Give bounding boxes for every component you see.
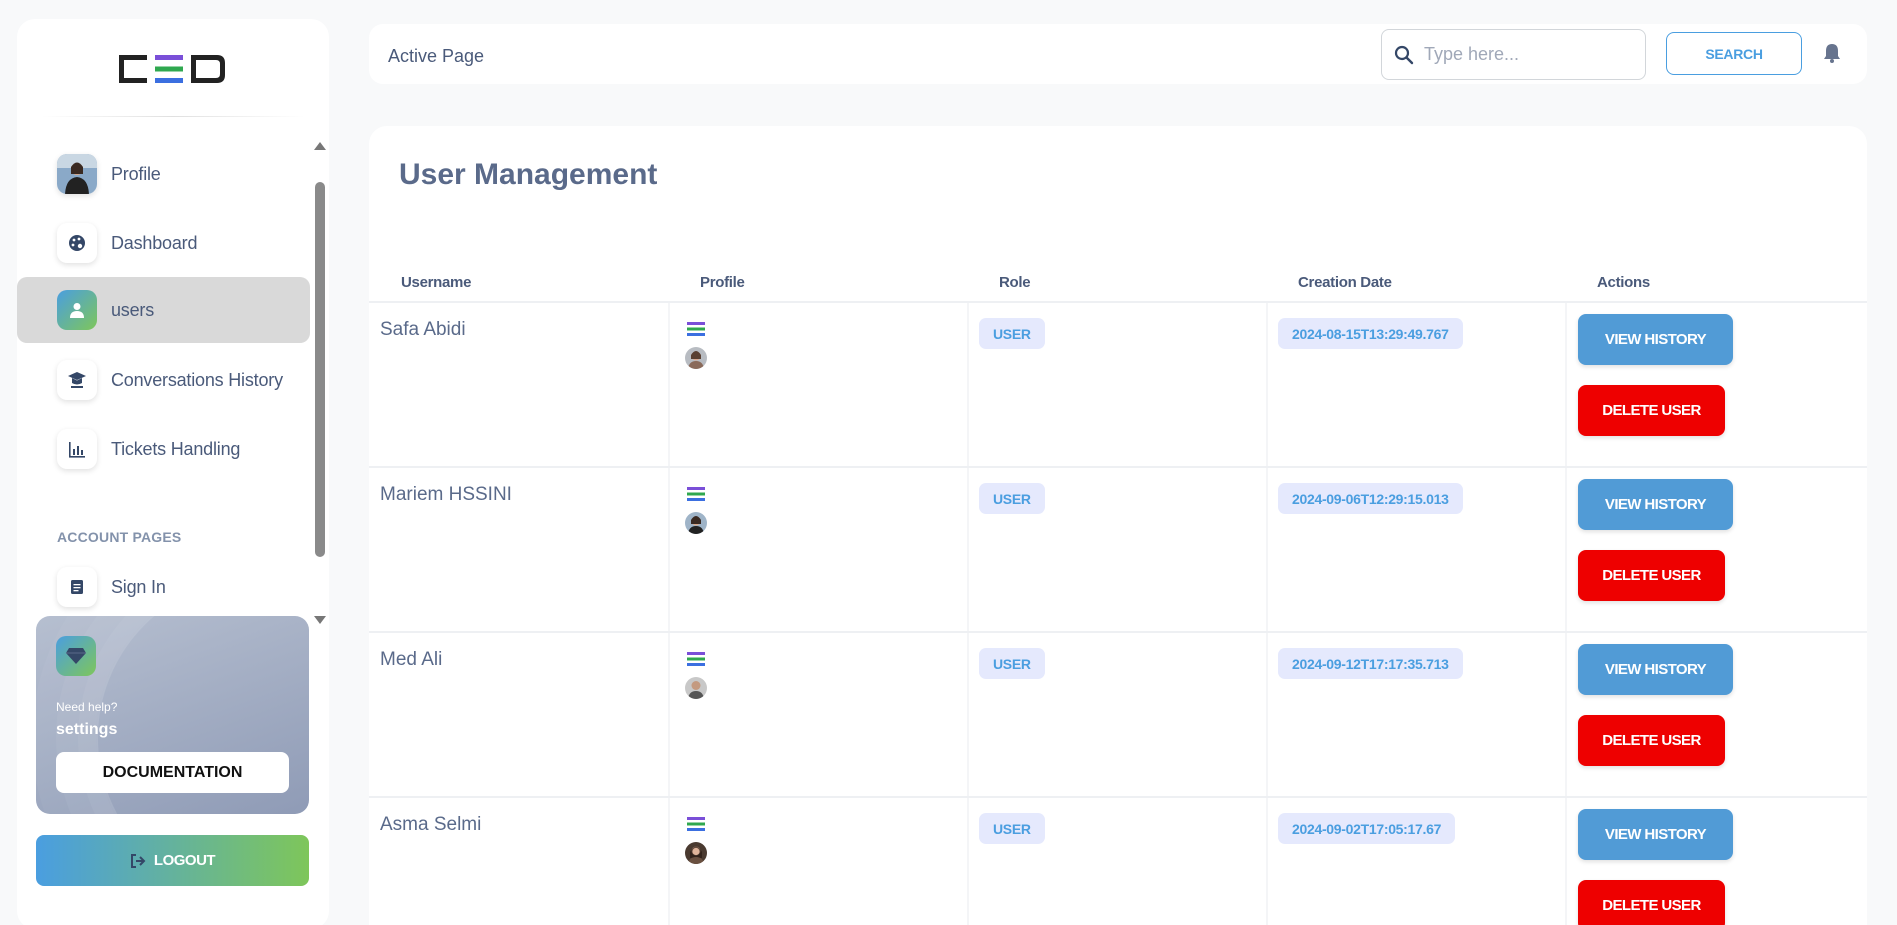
delete-user-button[interactable]: DELETE USER	[1578, 880, 1725, 925]
sidebar-item-label: Tickets Handling	[111, 438, 241, 459]
table-row: Asma Selmi USER 2024-09-02T17:05:17.67 V…	[369, 796, 1867, 925]
bell-icon[interactable]	[1821, 42, 1843, 64]
user-management-card: User Management Username Profile Role Cr…	[369, 126, 1867, 925]
table-row: Mariem HSSINI USER 2024-09-06T12:29:15.0…	[369, 466, 1867, 631]
avatar	[685, 512, 707, 534]
profile-logo-icon	[687, 322, 705, 336]
role-badge: USER	[979, 648, 1045, 679]
top-navbar: Active Page SEARCH	[369, 24, 1867, 84]
sidebar-nav: Profile Dashboard users Conversations Hi…	[17, 141, 329, 621]
view-history-button[interactable]: VIEW HISTORY	[1578, 644, 1733, 695]
sidebar: Profile Dashboard users Conversations Hi…	[17, 19, 329, 925]
column-header-creation-date: Creation Date	[1298, 274, 1392, 291]
scroll-down-arrow-icon[interactable]	[314, 616, 326, 624]
breadcrumb: Active Page	[388, 46, 485, 66]
column-separator	[668, 468, 670, 631]
column-separator	[1565, 468, 1567, 631]
column-separator	[1266, 633, 1268, 796]
column-header-username: Username	[401, 274, 472, 291]
column-header-actions: Actions	[1597, 274, 1650, 291]
column-separator	[1266, 798, 1268, 925]
logout-label: LOGOUT	[153, 852, 216, 869]
column-separator	[1266, 303, 1268, 466]
delete-user-button[interactable]: DELETE USER	[1578, 715, 1725, 766]
help-card: Need help? settings DOCUMENTATION	[36, 616, 309, 814]
column-separator	[967, 303, 969, 466]
sidebar-item-tickets-handling[interactable]: Tickets Handling	[17, 416, 310, 482]
page-title: User Management	[399, 158, 658, 191]
table-header: Username Profile Role Creation Date Acti…	[369, 266, 1867, 296]
delete-user-button[interactable]: DELETE USER	[1578, 550, 1725, 601]
profile-avatar-icon	[57, 154, 97, 194]
sidebar-divider	[41, 116, 305, 117]
date-badge: 2024-09-12T17:17:35.713	[1278, 648, 1463, 679]
column-separator	[1266, 468, 1268, 631]
table-row: Safa Abidi USER 2024-08-15T13:29:49.767 …	[369, 301, 1867, 466]
help-title: settings	[56, 721, 118, 738]
sidebar-item-users[interactable]: users	[17, 277, 310, 343]
graduation-cap-icon	[57, 360, 97, 400]
sidebar-item-dashboard[interactable]: Dashboard	[17, 210, 310, 276]
profile-logo-icon	[687, 817, 705, 831]
logout-button[interactable]: LOGOUT	[36, 835, 309, 886]
diamond-icon	[56, 636, 96, 676]
help-small-text: Need help?	[56, 700, 118, 714]
column-separator	[967, 468, 969, 631]
username-cell: Asma Selmi	[380, 814, 482, 835]
column-separator	[668, 633, 670, 796]
column-separator	[1565, 798, 1567, 925]
role-badge: USER	[979, 318, 1045, 349]
column-separator	[1565, 303, 1567, 466]
view-history-button[interactable]: VIEW HISTORY	[1578, 314, 1733, 365]
document-icon	[57, 567, 97, 607]
column-header-profile: Profile	[700, 274, 745, 291]
sidebar-item-label: Sign In	[111, 576, 166, 597]
sidebar-item-sign-in[interactable]: Sign In	[17, 554, 310, 620]
search-button[interactable]: SEARCH	[1666, 32, 1802, 75]
view-history-button[interactable]: VIEW HISTORY	[1578, 479, 1733, 530]
scrollbar-thumb[interactable]	[315, 182, 325, 557]
profile-logo-icon	[687, 487, 705, 501]
sidebar-item-profile[interactable]: Profile	[17, 141, 310, 207]
sidebar-item-label: users	[111, 299, 155, 320]
role-badge: USER	[979, 483, 1045, 514]
view-history-button[interactable]: VIEW HISTORY	[1578, 809, 1733, 860]
username-cell: Mariem HSSINI	[380, 484, 512, 505]
sidebar-item-label: Conversations History	[111, 369, 283, 390]
sidebar-item-conversations-history[interactable]: Conversations History	[17, 347, 310, 413]
date-badge: 2024-08-15T13:29:49.767	[1278, 318, 1463, 349]
user-icon	[57, 290, 97, 330]
username-cell: Safa Abidi	[380, 319, 466, 340]
username-cell: Med Ali	[380, 649, 443, 670]
palette-icon	[57, 223, 97, 263]
delete-user-button[interactable]: DELETE USER	[1578, 385, 1725, 436]
logout-icon	[130, 853, 146, 868]
column-separator	[967, 633, 969, 796]
sidebar-scrollbar[interactable]	[312, 142, 326, 624]
table-row: Med Ali USER 2024-09-12T17:17:35.713 VIE…	[369, 631, 1867, 796]
avatar	[685, 842, 707, 864]
search-box[interactable]	[1381, 29, 1646, 80]
column-separator	[668, 798, 670, 925]
scroll-up-arrow-icon[interactable]	[314, 142, 326, 150]
documentation-button[interactable]: DOCUMENTATION	[56, 752, 289, 793]
column-header-role: Role	[999, 274, 1031, 291]
column-separator	[967, 798, 969, 925]
ced-logo[interactable]	[117, 47, 229, 93]
avatar	[685, 677, 707, 699]
role-badge: USER	[979, 813, 1045, 844]
search-icon	[1394, 45, 1414, 64]
date-badge: 2024-09-06T12:29:15.013	[1278, 483, 1463, 514]
column-separator	[668, 303, 670, 466]
sidebar-item-label: Dashboard	[111, 232, 198, 253]
column-separator	[1565, 633, 1567, 796]
search-input[interactable]	[1424, 44, 1634, 65]
section-title-account-pages: ACCOUNT PAGES	[57, 529, 182, 545]
avatar	[685, 347, 707, 369]
profile-logo-icon	[687, 652, 705, 666]
sidebar-item-label: Profile	[111, 163, 161, 184]
date-badge: 2024-09-02T17:05:17.67	[1278, 813, 1456, 844]
bar-chart-icon	[57, 429, 97, 469]
